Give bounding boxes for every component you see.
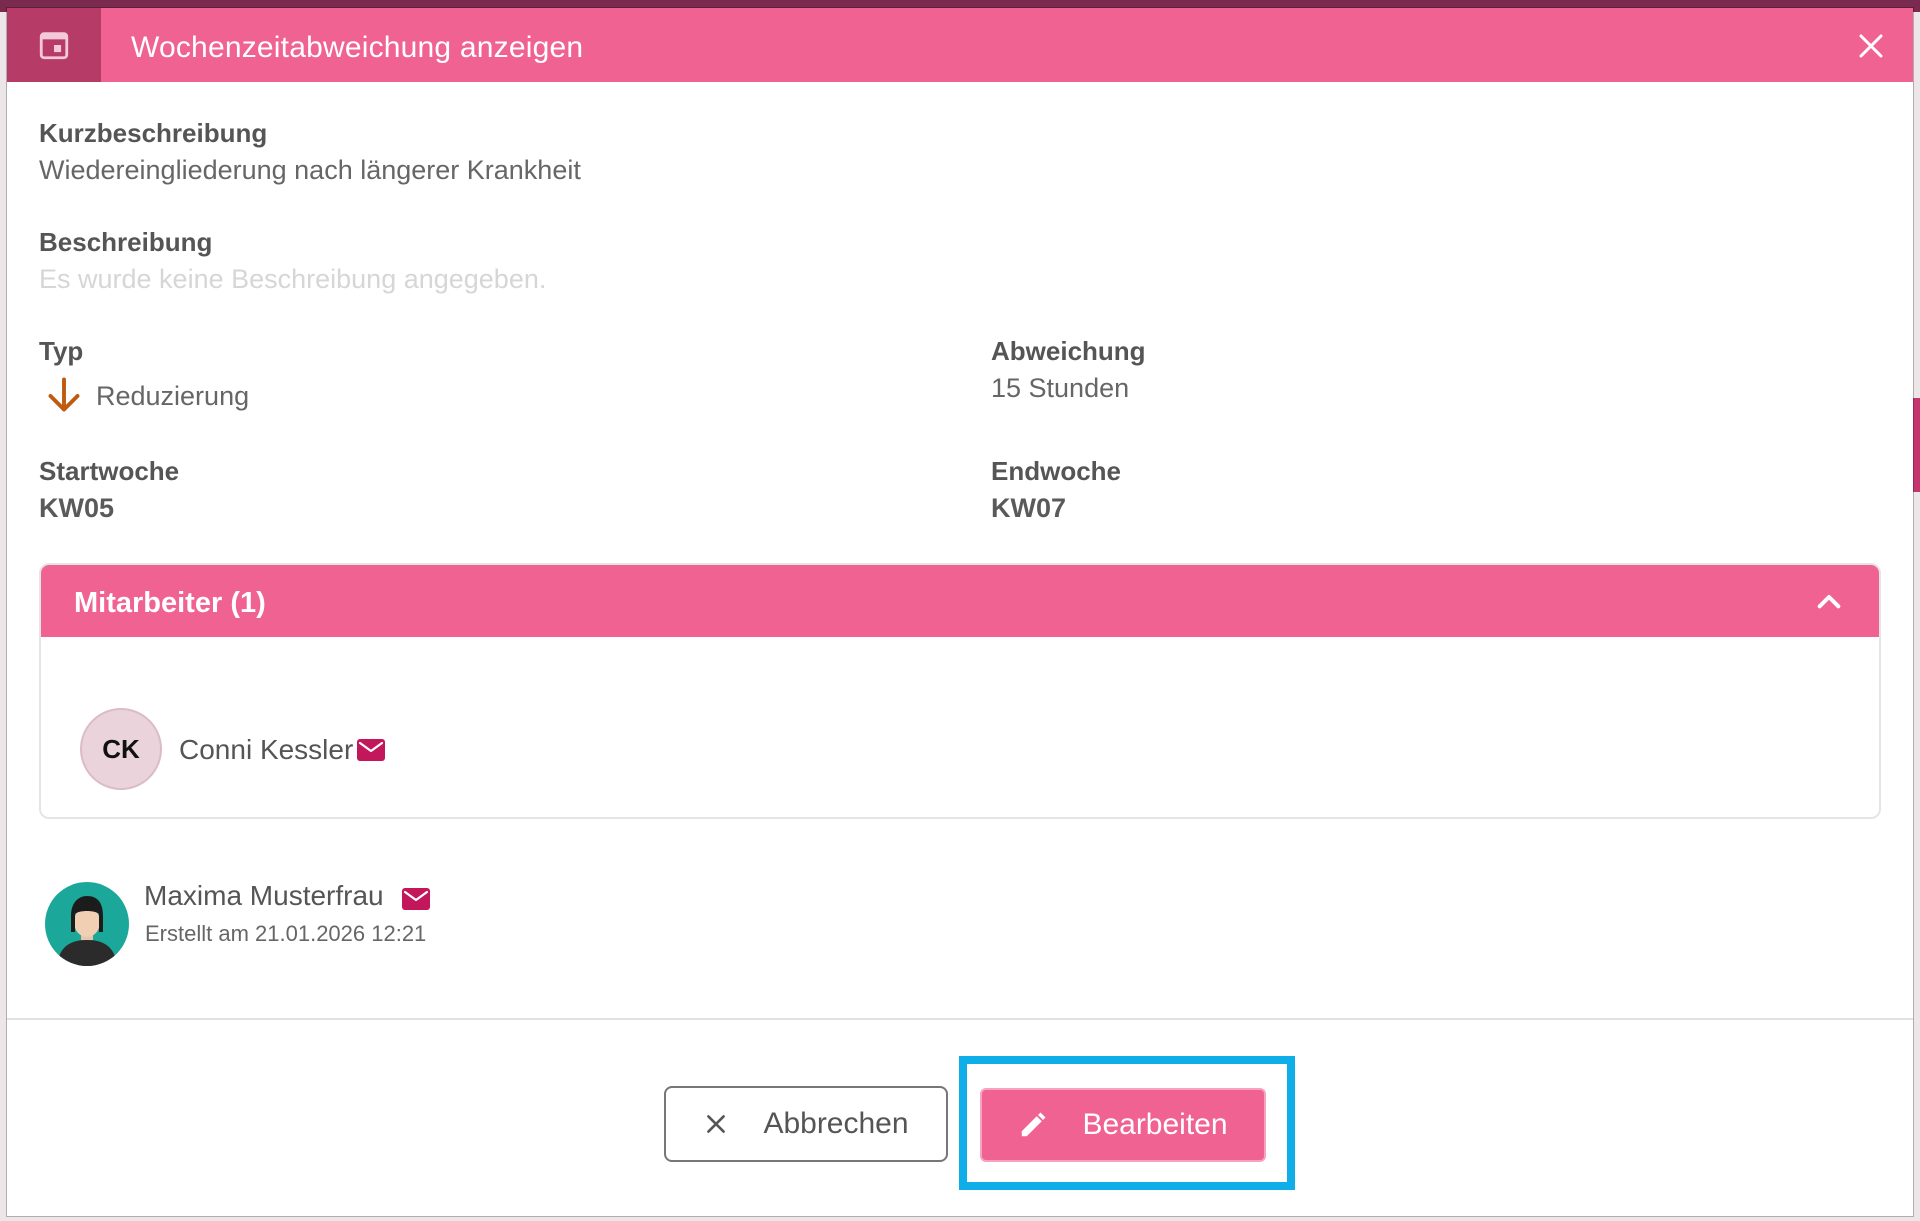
mitarbeiter-panel-header[interactable]: Mitarbeiter (1) — [41, 565, 1879, 637]
mitarbeiter-panel-title: Mitarbeiter (1) — [74, 587, 266, 619]
typ-label: Typ — [39, 336, 84, 366]
kurzbeschreibung-value: Wiedereingliederung nach längerer Krankh… — [39, 155, 581, 185]
beschreibung-value: Es wurde keine Beschreibung angegeben. — [39, 264, 547, 294]
footer-divider — [7, 1018, 1913, 1020]
mail-icon[interactable] — [357, 739, 385, 761]
mitarbeiter-panel: Mitarbeiter (1) — [39, 563, 1881, 819]
dialog: Wochenzeitabweichung anzeigen Kurzbeschr… — [7, 8, 1913, 1216]
endwoche-label: Endwoche — [991, 456, 1122, 486]
edit-button[interactable]: Bearbeiten — [980, 1088, 1266, 1162]
close-button[interactable] — [1847, 22, 1895, 70]
cancel-button[interactable]: Abbrechen — [664, 1086, 948, 1162]
employee-name: Conni Kessler — [179, 734, 354, 765]
calendar-icon — [7, 8, 101, 82]
creator-avatar — [45, 882, 129, 966]
chevron-up-icon — [1817, 595, 1841, 609]
startwoche-label: Startwoche — [39, 456, 180, 486]
edit-button-label: Bearbeiten — [1082, 1108, 1228, 1141]
typ-value: Reduzierung — [96, 380, 250, 411]
created-timestamp: Erstellt am 21.01.2026 12:21 — [145, 921, 427, 946]
endwoche-value: KW07 — [991, 493, 1067, 523]
creator-name: Maxima Musterfrau — [144, 880, 384, 911]
kurzbeschreibung-label: Kurzbeschreibung — [39, 118, 268, 148]
beschreibung-label: Beschreibung — [39, 227, 213, 257]
dialog-header: Wochenzeitabweichung anzeigen — [7, 8, 1913, 82]
pencil-icon — [1022, 1112, 1046, 1137]
abweichung-value: 15 Stunden — [991, 373, 1130, 403]
startwoche-value: KW05 — [39, 493, 115, 523]
dialog-title: Wochenzeitabweichung anzeigen — [131, 31, 584, 64]
mail-icon[interactable] — [402, 888, 430, 910]
abweichung-label: Abweichung — [991, 336, 1146, 366]
close-icon — [707, 1115, 726, 1133]
typ-value-row: Reduzierung — [46, 376, 249, 416]
cancel-button-label: Abbrechen — [763, 1107, 909, 1140]
close-icon — [1859, 34, 1883, 58]
arrow-down-icon — [48, 377, 80, 412]
avatar: CK — [80, 708, 162, 790]
